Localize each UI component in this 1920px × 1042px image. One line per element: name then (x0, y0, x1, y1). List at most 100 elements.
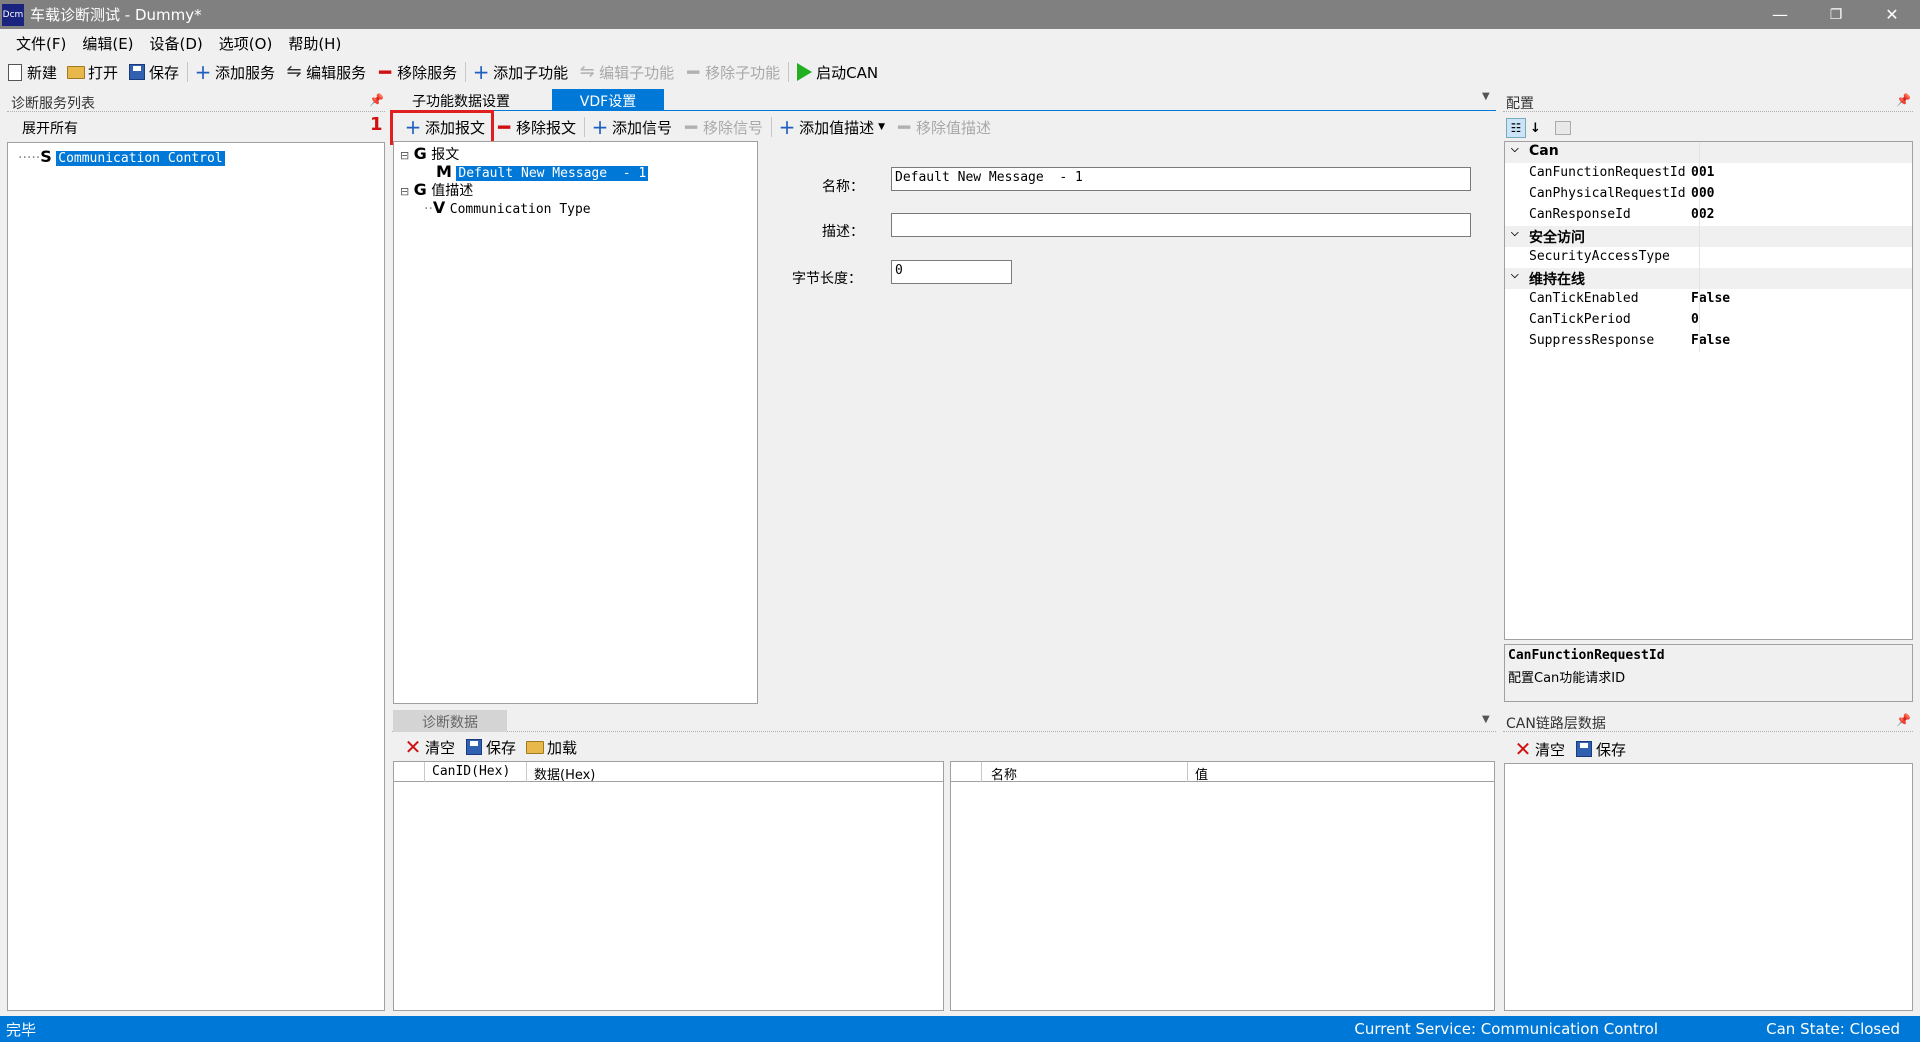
tab-diagnostic-data[interactable]: 诊断数据 (393, 710, 507, 732)
chevron-down-icon[interactable]: ⌵ (1511, 144, 1519, 155)
add-signal-button[interactable]: + 添加信号 (591, 117, 672, 138)
property-value[interactable]: 002 (1691, 207, 1714, 222)
property-name: CanTickPeriod (1529, 312, 1631, 327)
message-letter: M (436, 162, 452, 181)
column-divider (1699, 142, 1700, 352)
byte-length-label: 字节长度： (792, 271, 862, 287)
status-text: 完毕 (6, 1020, 37, 1039)
edit-subfunction-button[interactable]: ⇋ 编辑子功能 (578, 61, 675, 83)
remove-subfunction-button[interactable]: ━ 移除子功能 (684, 62, 780, 83)
close-button[interactable]: ✕ (1864, 0, 1920, 29)
property-pages-icon[interactable] (1554, 121, 1571, 135)
group-letter: G (413, 144, 427, 163)
remove-message-button[interactable]: ━ 移除报文 (495, 117, 576, 138)
tree-item-service[interactable]: ·····S Communication Control (18, 147, 225, 166)
menu-edit[interactable]: 编辑(E) (82, 33, 133, 54)
property-row[interactable]: SecurityAccessType (1505, 247, 1912, 268)
pin-icon[interactable]: 📌 (369, 93, 384, 107)
tree-group-messages[interactable]: ⊟ G 报文 (400, 144, 459, 164)
sort-alpha-icon[interactable]: ↓ (1530, 121, 1541, 136)
main-toolbar: 新建 打开 保存 + 添加服务 ⇋ 编辑服务 ━ 移除服务 + 添加子功能 ⇋ 编辑子功能… (0, 57, 1920, 87)
column-header-value[interactable]: 值 (1195, 764, 1208, 783)
tab-vdf-settings[interactable]: VDF设置 (552, 89, 664, 111)
edit-cycle-icon: ⇋ (286, 61, 302, 82)
tree-item-value-desc[interactable]: ··V Communication Type (424, 198, 591, 217)
tree-item-label: Default New Message - 1 (456, 166, 649, 181)
tree-group-value-desc[interactable]: ⊟ G 值描述 (400, 180, 473, 200)
add-subfunction-button[interactable]: + 添加子功能 (472, 62, 568, 83)
minus-icon: ━ (685, 115, 698, 139)
remove-service-button[interactable]: ━ 移除服务 (376, 62, 457, 83)
load-button[interactable]: 加载 (526, 737, 577, 758)
remove-value-desc-button[interactable]: ━ 移除值描述 (895, 117, 991, 138)
tree-item-label: Communication Control (56, 151, 225, 166)
clear-x-icon: ✕ (1514, 737, 1532, 761)
menu-device[interactable]: 设备(D) (150, 33, 203, 54)
remove-signal-button[interactable]: ━ 移除信号 (682, 117, 763, 138)
pin-icon[interactable]: 📌 (1896, 93, 1911, 107)
property-row[interactable]: CanResponseId 002 (1505, 205, 1912, 226)
property-value[interactable]: 000 (1691, 186, 1714, 201)
property-value[interactable]: False (1691, 333, 1730, 348)
save-button[interactable]: 保存 (128, 62, 179, 83)
column-header-name[interactable]: 名称 (991, 764, 1017, 783)
expand-all-button[interactable]: 展开所有 (22, 118, 78, 138)
collapse-icon[interactable]: ⊟ (400, 149, 409, 162)
tab-dropdown-icon[interactable]: ▼ (1482, 714, 1490, 725)
property-value[interactable]: False (1691, 291, 1730, 306)
tab-subfunction-data[interactable]: 子功能数据设置 (412, 91, 510, 111)
toolbar-separator (771, 117, 773, 137)
property-row[interactable]: CanPhysicalRequestId 000 (1505, 184, 1912, 205)
chevron-down-icon[interactable]: ⌵ (1511, 228, 1519, 239)
can-link-data-area (1504, 763, 1913, 1011)
save-icon (128, 63, 146, 81)
column-header-data[interactable]: 数据(Hex) (534, 764, 595, 783)
property-row[interactable]: SuppressResponse False (1505, 331, 1912, 352)
clear-button[interactable]: ✕ 清空 (404, 737, 455, 758)
menu-file[interactable]: 文件(F) (16, 33, 66, 54)
edit-cycle-icon: ⇋ (579, 61, 595, 82)
category-label: Can (1529, 143, 1559, 159)
start-can-button[interactable]: 启动CAN (795, 62, 878, 83)
new-button[interactable]: 新建 (6, 62, 57, 83)
property-row[interactable]: CanFunctionRequestId 001 (1505, 163, 1912, 184)
restore-button[interactable]: ❐ (1808, 0, 1864, 29)
tab-dropdown-icon[interactable]: ▼ (1482, 91, 1490, 102)
minimize-button[interactable]: — (1752, 0, 1808, 29)
open-button[interactable]: 打开 (67, 62, 118, 83)
edit-service-button[interactable]: ⇋ 编辑服务 (285, 61, 367, 83)
add-service-button[interactable]: + 添加服务 (194, 62, 275, 83)
tree-item-label: 值描述 (431, 183, 474, 199)
collapse-icon[interactable]: ⊟ (400, 185, 409, 198)
column-header-canid[interactable]: CanID(Hex) (432, 764, 510, 779)
can-clear-button[interactable]: ✕ 清空 (1514, 739, 1565, 760)
menu-help[interactable]: 帮助(H) (288, 33, 341, 54)
property-row[interactable]: CanTickPeriod 0 (1505, 310, 1912, 331)
clear-x-icon: ✕ (404, 735, 422, 759)
minus-icon: ━ (379, 60, 392, 84)
category-can[interactable]: ⌵ Can (1505, 142, 1912, 163)
tree-item-message[interactable]: M Default New Message - 1 (436, 162, 649, 181)
category-security-access[interactable]: ⌵ 安全访问 (1505, 226, 1912, 247)
column-divider (526, 762, 527, 782)
can-save-button[interactable]: 保存 (1575, 739, 1626, 760)
chevron-down-icon[interactable]: ⌵ (1511, 270, 1519, 281)
name-label: 名称： (822, 179, 864, 195)
left-panel-title: 诊断服务列表 (11, 96, 95, 112)
byte-length-input[interactable]: 0 (891, 260, 1012, 284)
property-value[interactable]: 001 (1691, 165, 1714, 180)
category-keep-alive[interactable]: ⌵ 维持在线 (1505, 268, 1912, 289)
property-row[interactable]: CanTickEnabled False (1505, 289, 1912, 310)
diag-save-button[interactable]: 保存 (465, 737, 516, 758)
description-input[interactable] (891, 213, 1471, 237)
play-icon (795, 63, 813, 81)
config-panel-header: 配置 📌 (1503, 92, 1913, 112)
add-value-desc-button[interactable]: + 添加值描述 ▼ (778, 117, 885, 138)
pin-icon[interactable]: 📌 (1896, 713, 1911, 727)
chevron-down-icon[interactable]: ▼ (878, 122, 885, 132)
property-value[interactable]: 0 (1691, 312, 1699, 327)
categorized-icon[interactable]: ☷ (1506, 118, 1526, 138)
center-tab-bar: 子功能数据设置 VDF设置 ▼ (392, 89, 1496, 111)
menu-options[interactable]: 选项(O) (219, 33, 273, 54)
name-input[interactable]: Default New Message - 1 (891, 167, 1471, 191)
